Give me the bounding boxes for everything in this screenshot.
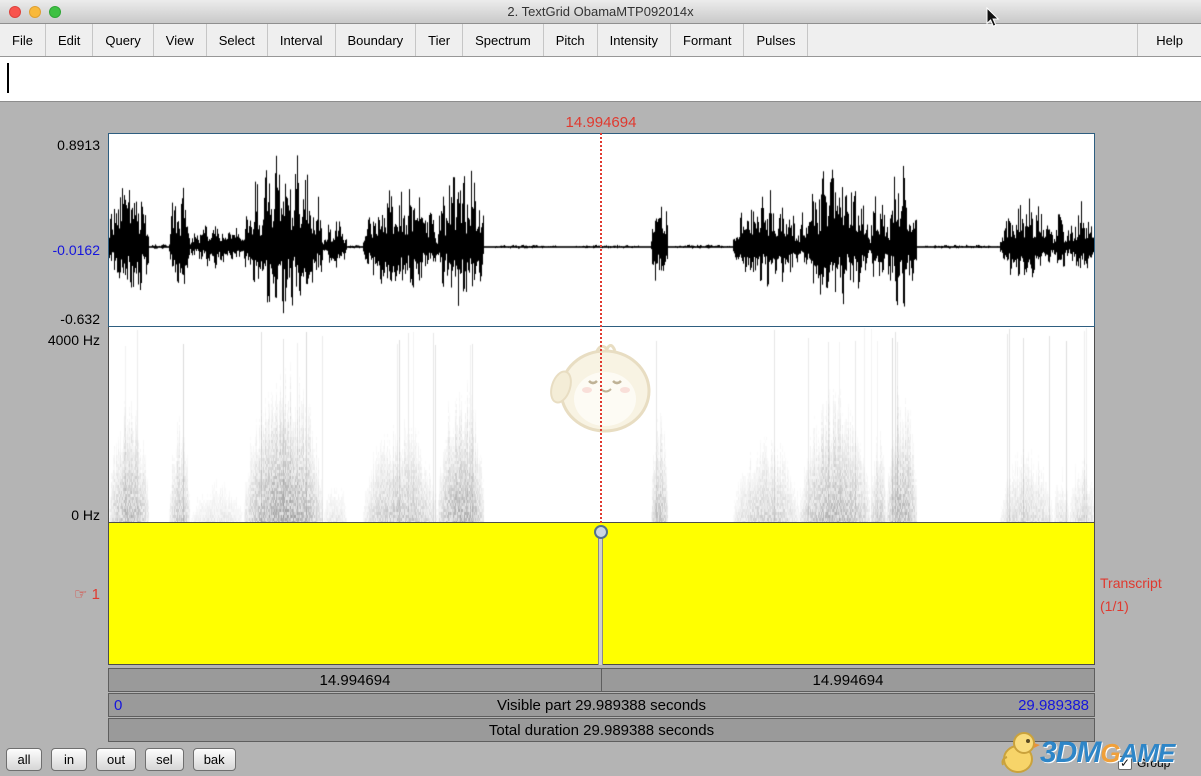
amp-at-cursor-label: -0.0162 (0, 242, 100, 258)
zoom-out-button[interactable]: out (96, 748, 136, 771)
selection-duration-row: 14.994694 14.994694 (108, 668, 1095, 692)
menu-pitch[interactable]: Pitch (544, 24, 598, 56)
menu-help[interactable]: Help (1137, 24, 1201, 56)
editor-canvas-area: 14.994694 0.8913 -0.0162 -0.632 4000 Hz … (0, 102, 1201, 774)
window-title: 2. TextGrid ObamaMTP092014x (507, 4, 693, 19)
text-caret (7, 63, 9, 93)
zoom-button-row: all in out sel bak (6, 748, 236, 771)
zoom-in-button[interactable]: in (51, 748, 87, 771)
menu-bar: File Edit Query View Select Interval Bou… (0, 24, 1201, 57)
menu-boundary[interactable]: Boundary (336, 24, 417, 56)
group-control: ✓ Group (1118, 756, 1170, 770)
panel-stack: 14.994694 14.994694 0 Visible part 29.98… (108, 133, 1095, 742)
menu-tier[interactable]: Tier (416, 24, 463, 56)
title-bar: 2. TextGrid ObamaMTP092014x (0, 0, 1201, 24)
visible-part-bar[interactable]: 0 Visible part 29.989388 seconds 29.9893… (108, 693, 1095, 717)
freq-bottom-label: 0 Hz (0, 507, 100, 523)
group-label: Group (1137, 756, 1170, 770)
tier-name-label[interactable]: Transcript (1100, 575, 1200, 591)
menu-intensity[interactable]: Intensity (598, 24, 671, 56)
tier-selector-label[interactable]: ☞ 1 (0, 585, 100, 603)
selection-bar-left[interactable]: 14.994694 (108, 668, 602, 692)
zoom-back-button[interactable]: bak (193, 748, 236, 771)
group-checkbox[interactable]: ✓ (1118, 756, 1132, 770)
tier-cursor-line (598, 538, 603, 665)
check-icon: ✓ (1120, 756, 1130, 770)
minimize-button[interactable] (29, 6, 41, 18)
zoom-window-button[interactable] (49, 6, 61, 18)
amp-max-label: 0.8913 (0, 137, 100, 153)
zoom-selection-button[interactable]: sel (145, 748, 184, 771)
visible-end-label: 29.989388 (1018, 697, 1089, 714)
menu-formant[interactable]: Formant (671, 24, 744, 56)
cursor-time-label: 14.994694 (541, 114, 661, 131)
menu-file[interactable]: File (0, 24, 46, 56)
tier-count-label: (1/1) (1100, 598, 1200, 614)
visible-part-label: Visible part 29.989388 seconds (497, 697, 706, 714)
cursor-line (600, 133, 602, 523)
total-duration-bar[interactable]: Total duration 29.989388 seconds (108, 718, 1095, 742)
visible-start-label: 0 (114, 697, 122, 714)
amp-min-label: -0.632 (0, 311, 100, 327)
menu-edit[interactable]: Edit (46, 24, 93, 56)
cursor-handle[interactable] (594, 525, 608, 539)
interval-text-field[interactable] (0, 57, 1201, 102)
freq-top-label: 4000 Hz (0, 332, 100, 348)
close-button[interactable] (9, 6, 21, 18)
selection-bar-right[interactable]: 14.994694 (601, 668, 1095, 692)
menu-select[interactable]: Select (207, 24, 268, 56)
menu-interval[interactable]: Interval (268, 24, 336, 56)
zoom-all-button[interactable]: all (6, 748, 42, 771)
menu-view[interactable]: View (154, 24, 207, 56)
menu-query[interactable]: Query (93, 24, 153, 56)
menu-spectrum[interactable]: Spectrum (463, 24, 544, 56)
menu-pulses[interactable]: Pulses (744, 24, 808, 56)
total-duration-label: Total duration 29.989388 seconds (489, 722, 714, 739)
